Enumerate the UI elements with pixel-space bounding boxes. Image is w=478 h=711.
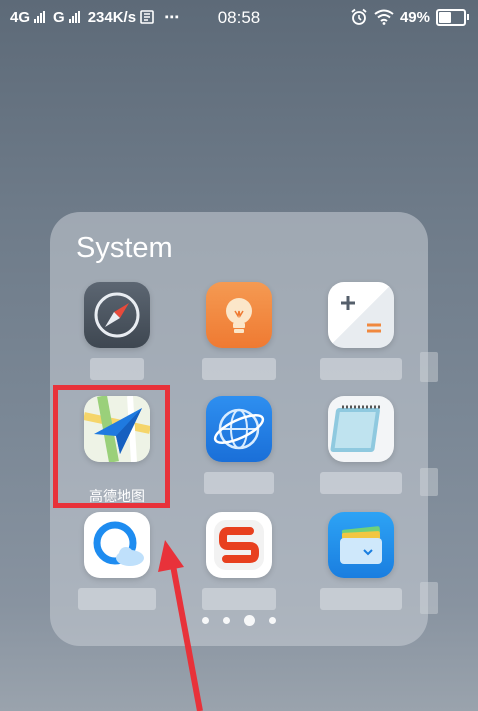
page-dot[interactable]	[269, 617, 276, 624]
app-lightbulb[interactable]	[184, 282, 294, 392]
app-calculator[interactable]	[306, 282, 416, 392]
compass-app-icon[interactable]	[84, 282, 150, 348]
calculator-app-icon[interactable]	[328, 282, 394, 348]
app-label-blurred	[202, 588, 276, 610]
sogou-app-icon[interactable]	[206, 512, 272, 578]
app-browser[interactable]	[184, 396, 294, 506]
page-indicator[interactable]	[50, 615, 428, 626]
battery-percent: 49%	[399, 8, 430, 26]
app-compass[interactable]	[62, 282, 172, 392]
page-dot[interactable]	[223, 617, 230, 624]
alarm-icon	[351, 8, 367, 25]
wifi-icon	[374, 9, 394, 25]
notepad-app-icon[interactable]	[328, 396, 394, 462]
page-dot-active[interactable]	[244, 615, 255, 626]
highlight-box	[53, 385, 170, 508]
wallet-app-icon[interactable]	[328, 512, 394, 578]
app-label-blurred	[90, 358, 144, 380]
app-label-blurred	[78, 588, 156, 610]
app-notepad[interactable]	[306, 396, 416, 506]
page-dot[interactable]	[202, 617, 209, 624]
app-wallet[interactable]	[306, 512, 416, 622]
battery-icon	[436, 8, 469, 26]
folder-title[interactable]: System	[76, 232, 173, 265]
app-label-blurred	[202, 358, 276, 380]
lightbulb-app-icon[interactable]	[206, 282, 272, 348]
browser-app-icon[interactable]	[206, 396, 272, 462]
status-right: 49%	[350, 8, 469, 26]
app-cloud[interactable]	[62, 512, 172, 622]
cloud-app-icon[interactable]	[84, 512, 150, 578]
app-label-blurred	[320, 588, 402, 610]
app-label-blurred	[320, 472, 402, 494]
app-label-blurred	[320, 358, 402, 380]
blurred-region	[420, 582, 438, 614]
blurred-region	[420, 468, 438, 496]
status-bar: 4G G 234K/s ⋯ 08:58 49%	[0, 0, 478, 34]
app-label-blurred	[204, 472, 274, 494]
app-sogou[interactable]	[184, 512, 294, 622]
blurred-region	[420, 352, 438, 382]
